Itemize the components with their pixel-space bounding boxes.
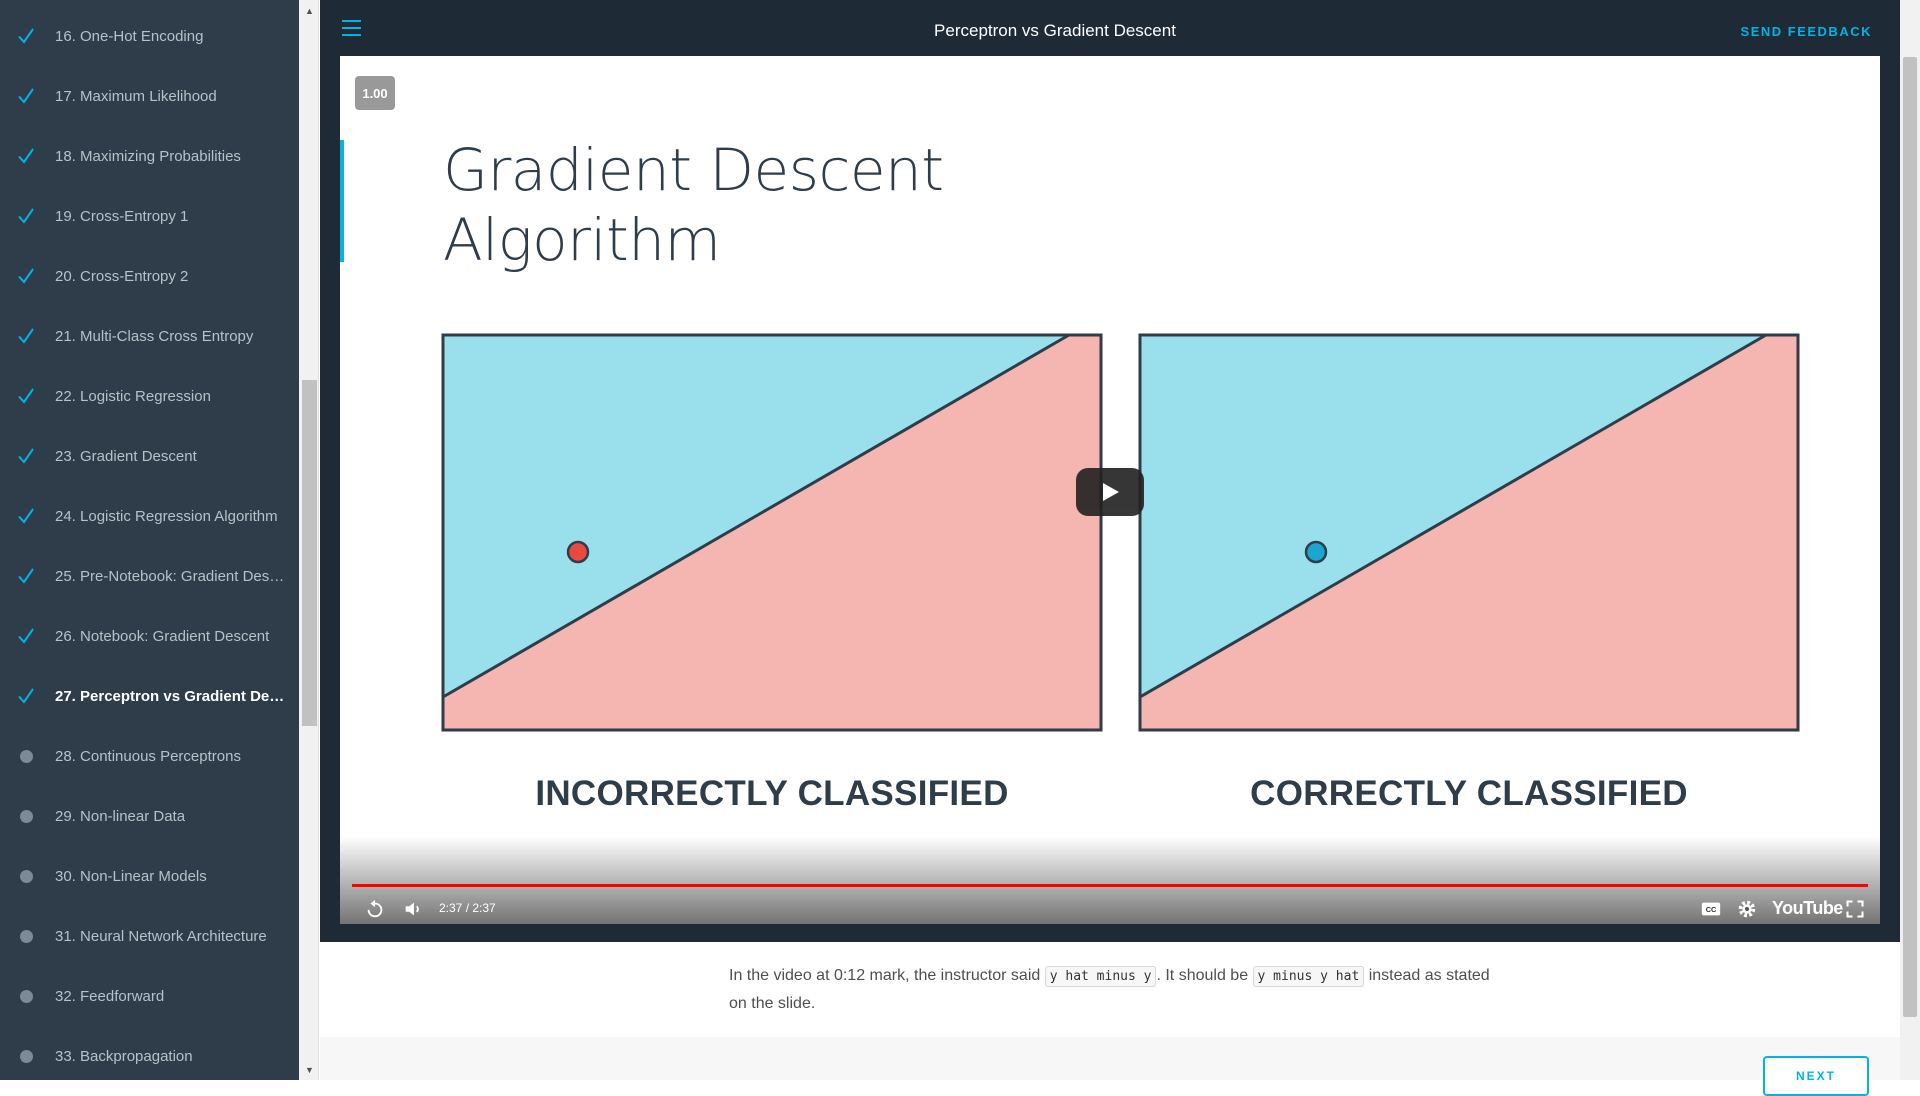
gear-icon: [1738, 900, 1756, 918]
sidebar-item[interactable]: 23. Gradient Descent: [0, 426, 299, 486]
sidebar-item-label: 33. Backpropagation: [55, 1047, 193, 1065]
checkmark-icon: [17, 327, 35, 345]
checkmark-icon: [17, 27, 35, 45]
controls-gradient: [340, 836, 1880, 924]
sidebar-item-label: 18. Maximizing Probabilities: [55, 147, 241, 165]
sidebar-item[interactable]: 25. Pre-Notebook: Gradient Desc...: [0, 546, 299, 606]
fullscreen-button[interactable]: [1845, 894, 1865, 924]
footer-band: [320, 1037, 1900, 1080]
next-button[interactable]: NEXT: [1763, 1056, 1869, 1096]
replay-button[interactable]: [364, 894, 386, 924]
checkmark-icon: [17, 447, 35, 465]
page-title: Perceptron vs Gradient Descent: [934, 21, 1176, 40]
sidebar-item[interactable]: 20. Cross-Entropy 2: [0, 246, 299, 306]
checkmark-icon: [17, 627, 35, 645]
closed-captions-icon: CC: [1701, 902, 1721, 916]
time-display: 2:37 / 2:37: [439, 901, 496, 915]
lesson-sidebar: 16. One-Hot Encoding 17. Maximum Likeliho…: [0, 0, 299, 1080]
sidebar-item-label: 16. One-Hot Encoding: [55, 27, 204, 45]
sidebar-item[interactable]: 18. Maximizing Probabilities: [0, 126, 299, 186]
sidebar-item[interactable]: 31. Neural Network Architecture: [0, 906, 299, 966]
sidebar-item-label: 20. Cross-Entropy 2: [55, 267, 189, 285]
sidebar-item-label: 26. Notebook: Gradient Descent: [55, 627, 270, 645]
svg-text:CC: CC: [1706, 905, 1717, 914]
scroll-up-arrow-icon[interactable]: ▲: [302, 3, 317, 18]
sidebar-item[interactable]: 16. One-Hot Encoding: [0, 6, 299, 66]
replay-icon: [367, 899, 383, 918]
sidebar-scrollbar-thumb[interactable]: [302, 380, 317, 726]
page-scrollbar-thumb[interactable]: [1903, 57, 1917, 1017]
scroll-down-arrow-icon[interactable]: ▼: [302, 1062, 317, 1077]
video-player[interactable]: 1.00 Gradient Descent Algorithm INCORREC…: [340, 56, 1880, 924]
misclassified-point: [566, 540, 590, 564]
sidebar-item[interactable]: 32. Feedforward: [0, 966, 299, 1026]
sidebar-item[interactable]: 26. Notebook: Gradient Descent: [0, 606, 299, 666]
sidebar-item[interactable]: 21. Multi-Class Cross Entropy: [0, 306, 299, 366]
sidebar-item[interactable]: 28. Continuous Perceptrons: [0, 726, 299, 786]
sidebar-item-label: 25. Pre-Notebook: Gradient Desc...: [55, 567, 287, 585]
incorrect-panel: [441, 333, 1103, 732]
fullscreen-icon: [1846, 900, 1864, 918]
correct-panel: [1138, 333, 1800, 732]
captions-button[interactable]: CC: [1700, 894, 1722, 924]
note-text-1: In the video at 0:12 mark, the instructo…: [729, 967, 1045, 984]
sidebar-item-label: 23. Gradient Descent: [55, 447, 197, 465]
caption-correctly-classified: CORRECTLY CLASSIFIED: [1250, 774, 1688, 813]
sidebar-item[interactable]: 17. Maximum Likelihood: [0, 66, 299, 126]
sidebar-item[interactable]: 24. Logistic Regression Algorithm: [0, 486, 299, 546]
checkmark-icon: [17, 147, 35, 165]
sidebar-item-label: 24. Logistic Regression Algorithm: [55, 507, 278, 525]
note-code-2: y minus y hat: [1252, 966, 1365, 987]
incomplete-dot-icon: [17, 867, 35, 885]
checkmark-icon: [17, 507, 35, 525]
volume-icon: [405, 902, 419, 916]
play-icon: [1103, 483, 1119, 501]
correct-point: [1304, 540, 1328, 564]
checkmark-icon: [17, 87, 35, 105]
volume-button[interactable]: [402, 894, 424, 924]
sidebar-item-label: 22. Logistic Regression: [55, 387, 211, 405]
checkmark-icon: [17, 267, 35, 285]
checkmark-icon: [17, 687, 35, 705]
incomplete-dot-icon: [17, 807, 35, 825]
sidebar-item[interactable]: 22. Logistic Regression: [0, 366, 299, 426]
sidebar-item[interactable]: 19. Cross-Entropy 1: [0, 186, 299, 246]
incomplete-dot-icon: [17, 1047, 35, 1065]
sidebar-item-label: 27. Perceptron vs Gradient Desc...: [55, 687, 287, 705]
progress-bar[interactable]: [352, 884, 1868, 887]
sidebar-item-label: 32. Feedforward: [55, 987, 165, 1005]
sidebar-item[interactable]: 33. Backpropagation: [0, 1026, 299, 1080]
sidebar-item-label: 29. Non-linear Data: [55, 807, 186, 825]
incomplete-dot-icon: [17, 987, 35, 1005]
note-text-2: . It should be: [1156, 967, 1253, 984]
sidebar-item-label: 19. Cross-Entropy 1: [55, 207, 189, 225]
checkmark-icon: [17, 387, 35, 405]
incomplete-dot-icon: [17, 927, 35, 945]
youtube-logo[interactable]: YouTube: [1772, 898, 1843, 919]
sidebar-item-label: 17. Maximum Likelihood: [55, 87, 217, 105]
checkmark-icon: [17, 567, 35, 585]
checkmark-icon: [17, 207, 35, 225]
sidebar-item[interactable]: 27. Perceptron vs Gradient Desc...: [0, 666, 299, 726]
settings-button[interactable]: [1736, 894, 1758, 924]
caption-incorrectly-classified: INCORRECTLY CLASSIFIED: [535, 774, 1009, 813]
sidebar-item-label: 21. Multi-Class Cross Entropy: [55, 327, 254, 345]
instructor-note: In the video at 0:12 mark, the instructo…: [729, 962, 1509, 1017]
sidebar-item[interactable]: 29. Non-linear Data: [0, 786, 299, 846]
send-feedback-link[interactable]: SEND FEEDBACK: [1741, 24, 1872, 39]
sidebar-item-label: 28. Continuous Perceptrons: [55, 747, 241, 765]
play-button[interactable]: [1076, 468, 1144, 516]
sidebar-item-label: 31. Neural Network Architecture: [55, 927, 267, 945]
note-code-1: y hat minus y: [1044, 966, 1157, 987]
incomplete-dot-icon: [17, 747, 35, 765]
sidebar-item-label: 30. Non-Linear Models: [55, 867, 207, 885]
sidebar-item[interactable]: 30. Non-Linear Models: [0, 846, 299, 906]
